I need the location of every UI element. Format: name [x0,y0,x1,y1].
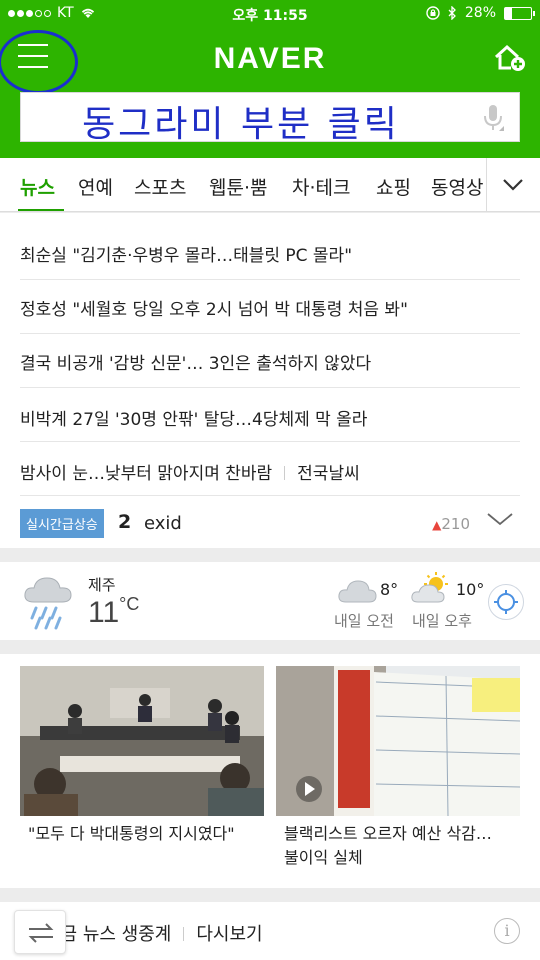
news-headline-2[interactable]: 정호성 "세월호 당일 오후 2시 넘어 박 대통령 처음 봐" [20,295,520,320]
home-plus-icon[interactable] [494,44,526,72]
national-weather-link[interactable]: 전국날씨 [297,464,360,484]
realtime-rank: 2 [118,511,132,533]
tabs-expand-button[interactable] [486,158,540,211]
realtime-count: ▲210 [432,515,470,533]
microphone-icon[interactable] [481,103,505,133]
replay-link[interactable]: 다시보기 [196,924,262,945]
tab-video[interactable]: 동영상 [431,173,483,200]
news-headline-1[interactable]: 최순실 "김기춘·우병우 몰라…태블릿 PC 몰라" [20,241,520,266]
tab-shopping[interactable]: 쇼핑 [376,173,411,200]
battery-percent: 28% [464,5,496,21]
photo-news-caption-2[interactable]: 블랙리스트 오르자 예산 삭감… 불이익 실체 [284,822,492,870]
location-button[interactable] [488,584,524,620]
share-arrow-icon [28,923,54,943]
tab-entertainment[interactable]: 연예 [78,173,113,200]
chevron-down-icon[interactable] [486,509,514,529]
news-list: 최순실 "김기춘·우병우 몰라…태블릿 PC 몰라" 정호성 "세월호 당일 오… [0,213,540,548]
rain-cloud-icon [24,577,72,630]
photo-news-caption-1[interactable]: "모두 다 박대통령의 지시였다" [28,822,235,846]
photo-news-image-1[interactable] [20,666,264,816]
forecast-pm-temp: 10° [456,580,485,599]
realtime-badge: 실시간급상승 [20,509,104,538]
share-button[interactable] [14,910,66,954]
chevron-down-icon [503,179,523,191]
tab-sports[interactable]: 스포츠 [134,173,186,200]
photo-news-image-2[interactable] [276,666,520,816]
news-headline-3[interactable]: 결국 비공개 '감방 신문'… 3인은 출석하지 않았다 [20,349,520,374]
forecast-am-label: 내일 오전 [334,612,394,630]
active-tab-indicator [18,209,64,211]
search-input[interactable]: 동그라미 부분 클릭 [20,92,520,145]
current-temperature: 11°C [88,594,140,629]
crosshair-icon [494,590,518,614]
category-tabs: 뉴스 연예 스포츠 웹툰·뿜 차·테크 쇼핑 동영상 [0,158,540,212]
annotation-text: 동그라미 부분 클릭 [82,104,400,145]
news-headline-4[interactable]: 비박계 27일 '30명 안팎' 탈당…4당체제 막 올라 [20,405,520,430]
forecast-pm-label: 내일 오후 [412,612,472,630]
photo-news: "모두 다 박대통령의 지시였다" 블랙리스트 오르자 예산 삭감… 불이익 실… [0,654,540,888]
weather-widget[interactable]: 제주 11°C 8° 내일 오전 10° 내일 오후 [0,562,540,640]
bottom-bar: 지금 뉴스 생중계 다시보기 i [0,902,540,960]
forecast-am-temp: 8° [380,580,399,599]
bluetooth-icon [448,6,456,20]
orientation-lock-icon [426,6,440,20]
weather-city: 제주 [88,576,116,594]
status-bar: KT 오후 11:55 28% [0,0,540,28]
info-icon[interactable]: i [494,918,520,944]
naver-logo[interactable]: NAVER [0,42,540,76]
header: KT 오후 11:55 28% NAVER 동그라미 부분 클릭 [0,0,540,158]
rise-arrow-icon: ▲ [432,518,442,532]
battery-icon [504,6,535,20]
sun-cloud-icon [411,572,448,603]
realtime-keyword[interactable]: exid [144,513,182,534]
weather-headline[interactable]: 밤사이 눈…낮부터 맑아지며 찬바람 [20,464,272,484]
tab-car-tech[interactable]: 차·테크 [292,173,350,200]
cloud-icon [338,580,377,603]
tab-news[interactable]: 뉴스 [20,173,55,200]
tab-webtoon[interactable]: 웹툰·뿜 [209,173,267,200]
weather-headline-row: 밤사이 눈…낮부터 맑아지며 찬바람 전국날씨 [20,459,520,484]
